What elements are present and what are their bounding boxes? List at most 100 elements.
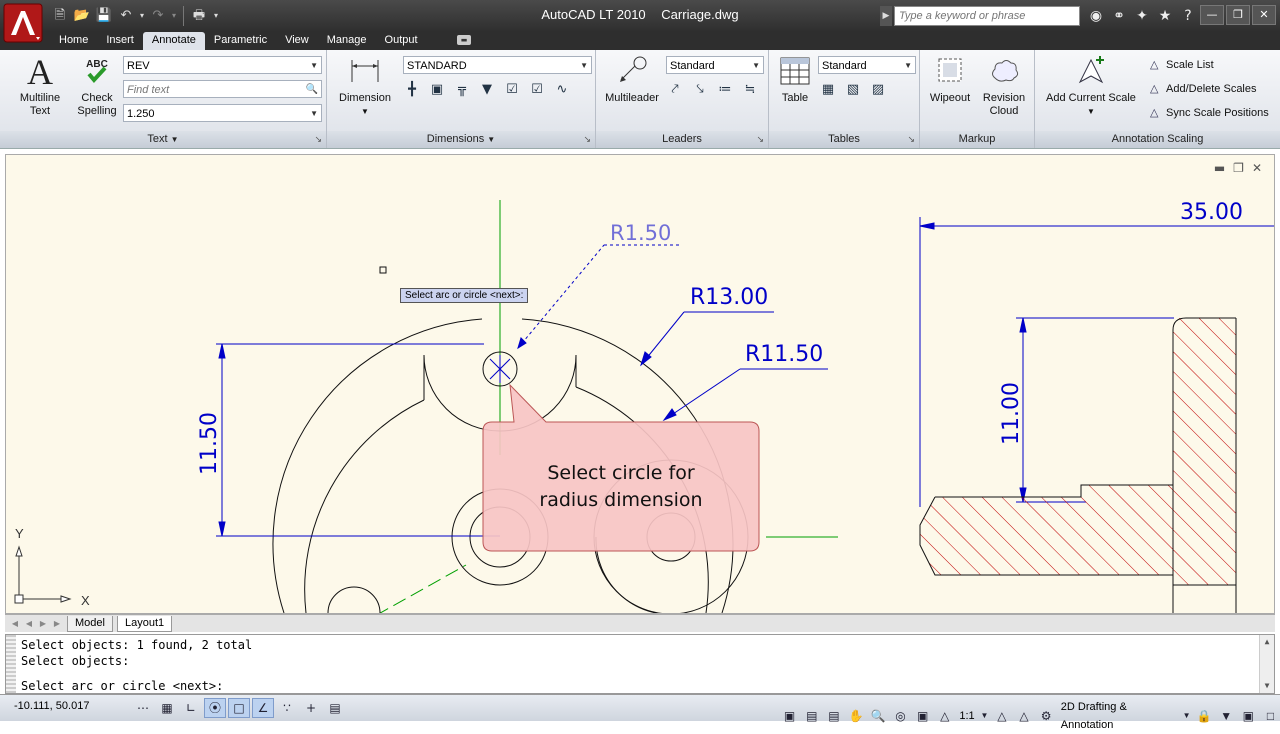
drawing-close-icon[interactable]: ✕ <box>1252 161 1262 175</box>
minimize-button[interactable]: — <box>1200 5 1224 25</box>
communication-center-icon[interactable]: ✦ <box>1132 6 1152 26</box>
status-bar-menu-icon[interactable]: ▼ <box>1217 707 1236 725</box>
dim-text-1150[interactable]: 11.50 <box>197 412 222 475</box>
scroll-track[interactable] <box>1260 649 1274 679</box>
find-replace-icon[interactable]: 🔍 <box>306 81 318 99</box>
check-spelling-button[interactable]: ABC Check Spelling <box>72 54 122 118</box>
dim-update-icon[interactable]: ☑ <box>526 79 548 101</box>
workspace-gear-icon[interactable]: ⚙ <box>1037 707 1056 725</box>
dim-jog-icon[interactable]: ∿ <box>551 79 573 101</box>
search-binoculars-icon[interactable]: ◉ <box>1086 6 1106 26</box>
dim-text-r1300[interactable]: R13.00 <box>690 285 768 310</box>
dim-text-11[interactable]: 11.00 <box>999 382 1024 445</box>
scale-list-button[interactable]: △ Scale List <box>1150 57 1214 73</box>
lineweight-icon[interactable]: ▤ <box>324 698 346 718</box>
chevron-down-icon[interactable]: ▼ <box>980 707 990 725</box>
search-input[interactable] <box>894 6 1080 26</box>
scroll-down-icon[interactable]: ▼ <box>1260 679 1274 693</box>
download-data-icon[interactable]: ▨ <box>867 79 889 101</box>
layout-tab-model[interactable]: Model <box>67 615 113 632</box>
close-button[interactable]: ✕ <box>1252 5 1276 25</box>
wipeout-button[interactable]: Wipeout <box>926 54 974 105</box>
model-space-icon[interactable]: ▣ <box>780 707 799 725</box>
tab-output[interactable]: Output <box>376 32 427 50</box>
tables-panel-title[interactable]: Tables ↘ <box>769 131 919 148</box>
remove-leader-icon[interactable]: ⤥ <box>689 79 711 101</box>
tab-view[interactable]: View <box>276 32 318 50</box>
dim-quick-icon[interactable]: ▣ <box>426 79 448 101</box>
ribbon-minimize-icon[interactable]: ▬ <box>457 35 471 45</box>
last-layout-icon[interactable]: ▶ <box>51 619 63 628</box>
application-menu-button[interactable] <box>3 3 43 43</box>
annotation-scale-icon[interactable]: △ <box>935 707 954 725</box>
annotation-scale-value[interactable]: 1:1 <box>957 707 976 725</box>
table-style-combo[interactable]: Standard ▼ <box>818 56 916 74</box>
layout-tab-layout1[interactable]: Layout1 <box>116 615 173 632</box>
tab-home[interactable]: Home <box>50 32 97 50</box>
tab-insert[interactable]: Insert <box>97 32 143 50</box>
annotation-visibility-icon[interactable]: △ <box>992 707 1011 725</box>
dynamic-ucs-icon[interactable]: ∵ <box>276 698 298 718</box>
section-view[interactable] <box>906 305 1274 613</box>
drawing-area[interactable]: ▬ ❐ ✕ R1.50 R13.00 R11.50 35.00 11.50 11… <box>5 154 1275 614</box>
text-panel-title[interactable]: Text ▼ ↘ <box>0 131 326 148</box>
align-leaders-icon[interactable]: ≔ <box>714 79 736 101</box>
multiline-text-button[interactable]: A Multiline Text <box>12 52 68 118</box>
command-line-grip[interactable] <box>6 635 16 693</box>
tab-parametric[interactable]: Parametric <box>205 32 276 50</box>
subscription-key-icon[interactable]: ⚭ <box>1109 6 1129 26</box>
steering-wheel-icon[interactable]: ◎ <box>891 707 910 725</box>
revision-cloud-button[interactable]: Revision Cloud <box>978 54 1030 118</box>
ortho-mode-icon[interactable]: ∟ <box>180 698 202 718</box>
restore-button[interactable]: ❐ <box>1226 5 1250 25</box>
table-button[interactable]: Table <box>775 54 815 105</box>
multileader-style-combo[interactable]: Standard ▼ <box>666 56 764 74</box>
leaders-panel-title[interactable]: Leaders ↘ <box>596 131 768 148</box>
annotation-scaling-panel-title[interactable]: Annotation Scaling <box>1035 131 1280 148</box>
object-snap-icon[interactable]: □ <box>228 698 250 718</box>
dim-break-icon[interactable]: ▼ <box>476 79 498 101</box>
first-layout-icon[interactable]: ◀ <box>9 619 21 628</box>
text-height-combo[interactable]: 1.250 ▼ <box>123 104 322 122</box>
collect-leaders-icon[interactable]: ≒ <box>739 79 761 101</box>
infocenter-expand-icon[interactable]: ▶ <box>880 6 892 26</box>
add-leader-icon[interactable]: ⤤ <box>664 79 686 101</box>
extract-data-icon[interactable]: ▦ <box>817 79 839 101</box>
grid-display-icon[interactable]: ▦ <box>156 698 178 718</box>
command-prompt[interactable]: Select arc or circle <next>: <box>21 678 223 694</box>
drawing-minimize-icon[interactable]: ▬ <box>1214 161 1225 175</box>
chevron-down-icon[interactable]: ▼ <box>1182 707 1192 725</box>
command-scrollbar[interactable]: ▲ ▼ <box>1259 635 1274 693</box>
snap-mode-icon[interactable]: ⋯ <box>132 698 154 718</box>
zoom-icon[interactable]: 🔍 <box>869 707 888 725</box>
add-current-scale-button[interactable]: Add Current Scale ▼ <box>1043 54 1139 118</box>
sync-scale-positions-button[interactable]: △ Sync Scale Positions <box>1150 105 1269 121</box>
quick-view-layouts-icon[interactable]: ▤ <box>802 707 821 725</box>
clean-screen-icon[interactable]: □ <box>1261 707 1280 725</box>
lock-icon[interactable]: 🔒 <box>1194 707 1213 725</box>
dim-baseline-icon[interactable]: ╋ <box>401 79 423 101</box>
link-data-icon[interactable]: ▧ <box>842 79 864 101</box>
tab-manage[interactable]: Manage <box>318 32 376 50</box>
tab-annotate[interactable]: Annotate <box>142 32 205 50</box>
dimension-style-combo[interactable]: STANDARD ▼ <box>403 56 592 74</box>
find-text-field[interactable]: Find text 🔍 <box>123 80 322 98</box>
auto-scale-icon[interactable]: △ <box>1014 707 1033 725</box>
quick-view-drawings-icon[interactable]: ▤ <box>824 707 843 725</box>
prev-layout-icon[interactable]: ◀ <box>23 619 35 628</box>
dialog-launcher-icon[interactable]: ↘ <box>583 131 591 148</box>
drawing-restore-icon[interactable]: ❐ <box>1233 161 1244 175</box>
dimension-button[interactable]: Dimension ▼ <box>335 54 395 118</box>
dialog-launcher-icon[interactable]: ↘ <box>756 131 764 148</box>
workspace-switch[interactable]: 2D Drafting & Annotation <box>1059 698 1179 734</box>
dim-text-35[interactable]: 35.00 <box>1180 200 1243 225</box>
dialog-launcher-icon[interactable]: ↘ <box>314 131 322 148</box>
add-delete-scales-button[interactable]: △ Add/Delete Scales <box>1150 81 1257 97</box>
dim-text-r1150[interactable]: R11.50 <box>745 342 823 367</box>
markup-panel-title[interactable]: Markup <box>920 131 1034 148</box>
multileader-button[interactable]: Multileader <box>602 54 662 105</box>
dim-inspect-icon[interactable]: ☑ <box>501 79 523 101</box>
object-snap-tracking-icon[interactable]: ∠ <box>252 698 274 718</box>
coordinate-display[interactable]: -10.111, 50.017 <box>14 700 89 712</box>
favorites-star-icon[interactable]: ★ <box>1155 6 1175 26</box>
